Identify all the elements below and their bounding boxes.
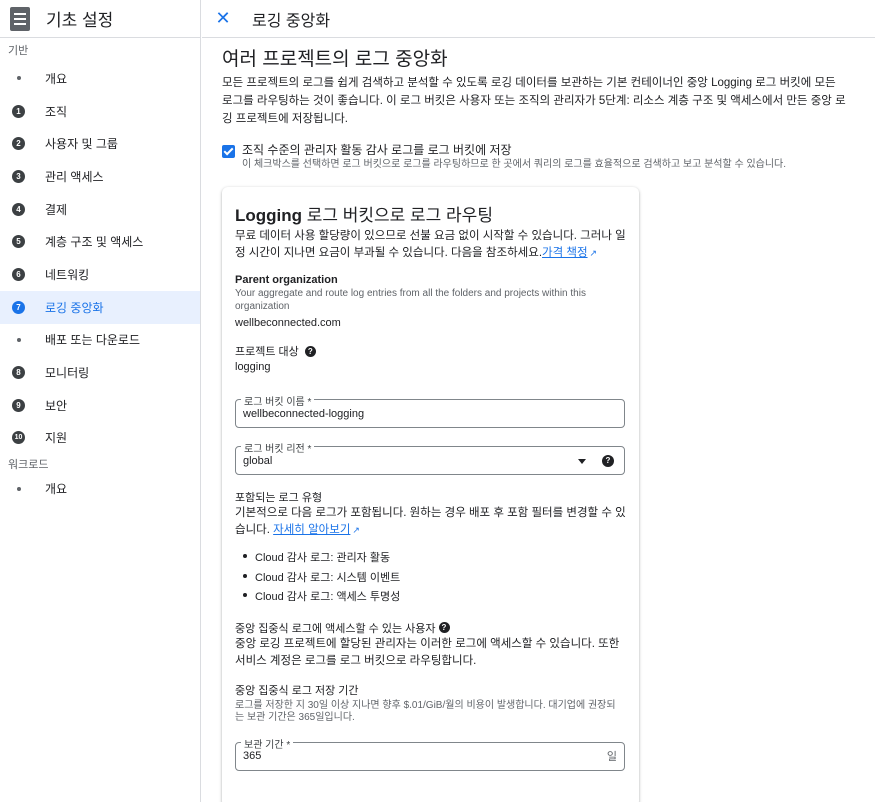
intro-text: 모든 프로젝트의 로그를 쉽게 검색하고 분석할 수 있도록 로깅 데이터를 보… [222,77,846,125]
help-icon[interactable]: ? [438,622,450,633]
sidebar: 기초 설정 기반 개요 1 조직 2 사용자 및 그룹 3 관리 액세스 4 결… [0,0,201,802]
included-logs-title: 포함되는 로그 유형 [235,492,323,504]
checkbox-label: 조직 수준의 관리자 활동 감사 로그를 로그 버킷에 저장 [242,143,512,157]
bullet-icon [12,338,25,342]
sidebar-item-monitoring[interactable]: 8 모니터링 [0,356,200,389]
sidebar-item-label: 조직 [45,104,68,119]
card-description: 무료 데이터 사용 할당량이 있으므로 선불 요금 없이 시작할 수 있습니다.… [235,228,626,262]
close-icon: ✕ [215,8,231,28]
audit-log-checkbox[interactable] [222,145,235,158]
parent-org-help: Your aggregate and route log entries fro… [235,288,586,312]
sidebar-item-label: 결제 [45,202,68,217]
sidebar-header: 기초 설정 [0,0,200,38]
step-number-icon: 3 [12,169,25,183]
sidebar-item-label: 계층 구조 및 액세스 [45,235,144,250]
sidebar-item-label: 사용자 및 그룹 [45,137,118,152]
sidebar-item-label: 관리 액세스 [45,169,104,184]
sidebar-item-users-groups[interactable]: 2 사용자 및 그룹 [0,127,200,160]
help-icon[interactable]: ? [304,345,316,357]
help-icon[interactable]: ? [602,454,614,467]
list-item: Cloud 감사 로그: 관리자 활동 [235,549,626,569]
step-number-icon: 7 [12,300,25,314]
sidebar-item-label: 배포 또는 다운로드 [45,333,140,348]
sidebar-item-label: 네트워킹 [45,267,90,282]
sidebar-title: 기초 설정 [46,11,114,30]
learn-more-link[interactable]: 자세히 알아보기 [273,524,350,536]
sidebar-item-organization[interactable]: 1 조직 [0,95,200,128]
checklist-icon [10,6,30,31]
bucket-region-label: 로그 버킷 리전 * [241,440,315,455]
project-value: logging [235,361,271,373]
card-title-rest: 로그 버킷으로 로그 라우팅 [302,206,493,225]
sidebar-item-label: 개요 [45,71,68,86]
sidebar-item-security[interactable]: 9 보안 [0,389,200,422]
sidebar-item-deploy-download[interactable]: 배포 또는 다운로드 [0,324,200,357]
bucket-name-label: 로그 버킷 이름 * [241,393,315,408]
sidebar-item-label: 로깅 중앙화 [45,300,104,315]
bullet-icon [12,76,25,80]
step-number-icon: 10 [12,431,25,445]
retention-help: 로그를 저장한 지 30일 이상 지나면 향후 $.01/GiB/월의 비용이 … [235,699,616,724]
project-label-row: 프로젝트 대상 ? [235,343,626,359]
retention-label: 보관 기간 * [241,735,294,751]
step-number-icon: 6 [12,267,25,281]
bucket-name-value: wellbeconnected-logging [243,407,365,420]
log-types-list: Cloud 감사 로그: 관리자 활동 Cloud 감사 로그: 시스템 이벤트… [235,549,626,608]
parent-org-value: wellbeconnected.com [235,317,341,329]
retention-value: 365 [243,750,262,762]
retention-title: 중앙 집중식 로그 저장 기간 [235,684,359,697]
retention-input[interactable]: 보관 기간 * 365 일 [235,735,625,771]
sidebar-item-admin-access[interactable]: 3 관리 액세스 [0,160,200,193]
bucket-region-select[interactable]: 로그 버킷 리전 * global ? [235,440,625,475]
bucket-name-input[interactable]: 로그 버킷 이름 * wellbeconnected-logging [235,393,625,428]
step-number-icon: 4 [12,202,25,216]
sidebar-item-label: 지원 [45,431,68,446]
list-item: Cloud 감사 로그: 시스템 이벤트 [235,569,626,589]
sidebar-item-label: 보안 [45,398,68,413]
top-bar: ✕ 로깅 중앙화 [202,0,875,38]
sidebar-section-workload: 워크로드 [8,459,49,472]
sidebar-item-label: 개요 [45,482,68,497]
page-title: 여러 프로젝트의 로그 중앙화 [222,49,448,70]
log-bucket-card: Logging 로그 버킷으로 로그 라우팅 무료 데이터 사용 할당량이 있으… [222,187,639,802]
bucket-region-value: global [243,454,273,467]
sidebar-item-billing[interactable]: 4 결제 [0,193,200,226]
card-title-bold: Logging [235,206,303,225]
close-button[interactable]: ✕ [204,0,242,38]
step-number-icon: 9 [12,398,25,412]
step-number-icon: 2 [12,137,25,151]
project-label: 프로젝트 대상 [235,346,299,358]
access-title-row: 중앙 집중식 로그에 액세스할 수 있는 사용자 ? [235,620,626,636]
bullet-icon [12,487,25,491]
list-item: Cloud 감사 로그: 액세스 투명성 [235,588,626,608]
step-number-icon: 8 [12,366,25,380]
access-text: 중앙 로깅 프로젝트에 할당된 관리자는 이러한 로그에 액세스할 수 있습니다… [235,637,620,667]
step-number-icon: 5 [12,235,25,249]
sidebar-item-support[interactable]: 10 지원 [0,422,200,455]
main-content: 여러 프로젝트의 로그 중앙화 모든 프로젝트의 로그를 쉽게 검색하고 분석할… [222,38,852,802]
page-header-title: 로깅 중앙화 [252,12,331,30]
sidebar-item-label: 모니터링 [45,366,90,381]
sidebar-item-overview[interactable]: 개요 [0,62,200,95]
open-in-new-icon: ↗ [352,525,360,535]
audit-log-checkbox-row: 조직 수준의 관리자 활동 감사 로그를 로그 버킷에 저장 이 체크박스를 선… [222,142,852,171]
included-logs-text: 기본적으로 다음 로그가 포함됩니다. 원하는 경우 배포 후 포함 필터를 변… [235,505,626,539]
pricing-link[interactable]: 가격 책정 [542,247,588,259]
sidebar-section-basics: 기반 [8,45,29,57]
sidebar-item-networking[interactable]: 6 네트워킹 [0,258,200,291]
sidebar-item-logging-centralization[interactable]: 7 로깅 중앙화 [0,290,200,324]
retention-suffix: 일 [606,751,617,763]
step-number-icon: 1 [12,104,25,118]
card-title: Logging 로그 버킷으로 로그 라우팅 [235,201,626,225]
sidebar-item-hierarchy-access[interactable]: 5 계층 구조 및 액세스 [0,225,200,258]
parent-org-label: Parent organization [235,274,338,286]
dropdown-arrow-icon [578,459,586,464]
open-in-new-icon: ↗ [589,248,598,258]
checkbox-help-text: 이 체크박스를 선택하면 로그 버킷으로 로그를 라우팅하므로 한 곳에서 쿼리… [242,159,787,170]
access-title: 중앙 집중식 로그에 액세스할 수 있는 사용자 [235,622,436,635]
sidebar-item-workload-overview[interactable]: 개요 [0,472,200,505]
